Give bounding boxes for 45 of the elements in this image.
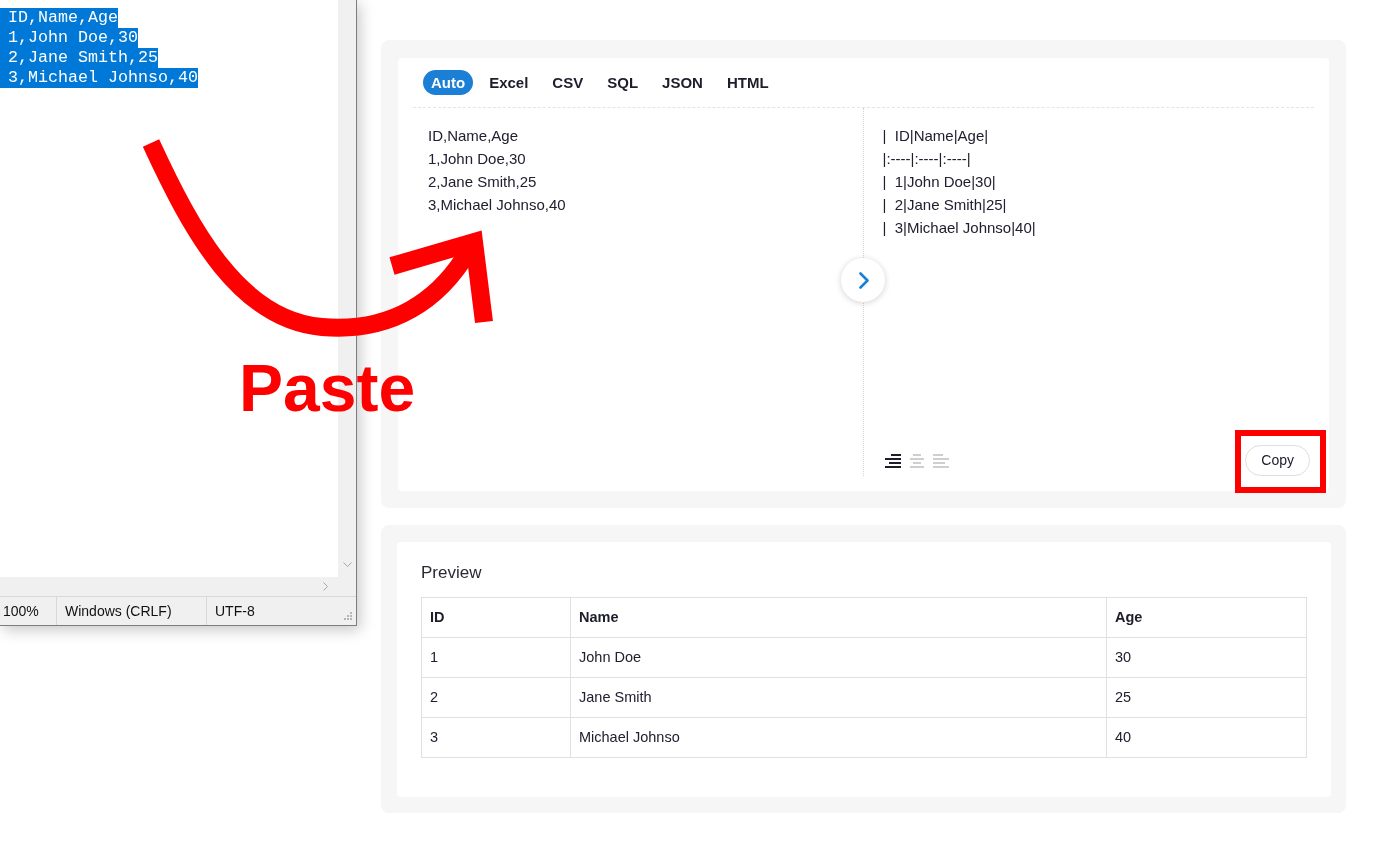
input-field[interactable]: ID,Name,Age 1,John Doe,30 2,Jane Smith,25 3,Michael Johnso,40 — [428, 124, 863, 476]
text-line: | 2|Jane Smith|25| — [882, 195, 1008, 215]
align-center-button[interactable] — [908, 453, 925, 469]
resize-grip-icon[interactable] — [344, 612, 353, 621]
table-cell: 2 — [421, 677, 571, 718]
table-cell: 3 — [421, 717, 571, 758]
chevron-right-icon[interactable] — [323, 582, 328, 591]
align-center-icon — [908, 453, 925, 469]
text-line: | 1|John Doe|30| — [882, 172, 997, 192]
convert-button[interactable] — [840, 258, 885, 302]
zoom-level: 100% — [3, 601, 39, 621]
format-tab[interactable]: HTML — [718, 70, 777, 95]
format-tab[interactable]: Excel — [481, 70, 537, 95]
text-line: ID,Name,Age — [428, 126, 520, 146]
format-tab[interactable]: SQL — [599, 70, 647, 95]
align-left-icon — [932, 453, 949, 469]
align-right-button[interactable] — [884, 453, 901, 469]
column-header: Name — [570, 597, 1107, 638]
text-line: |:----|:----|:----| — [882, 149, 972, 169]
align-left-button[interactable] — [932, 453, 949, 469]
table-cell: 25 — [1106, 677, 1307, 718]
table-cell: 30 — [1106, 637, 1307, 678]
align-right-icon — [884, 453, 901, 469]
text-line: 1,John Doe,30 — [428, 149, 527, 169]
table-cell: John Doe — [570, 637, 1107, 678]
table-cell: Jane Smith — [570, 677, 1107, 718]
column-header: Age — [1106, 597, 1307, 638]
copy-button[interactable]: Copy — [1245, 445, 1310, 476]
format-tab[interactable]: Auto — [423, 70, 474, 95]
line-ending: Windows (CRLF) — [65, 601, 172, 621]
text-line: | 3|Michael Johnso|40| — [882, 218, 1037, 238]
format-tab[interactable]: JSON — [654, 70, 711, 95]
table-cell: Michael Johnso — [570, 717, 1107, 758]
text-line: 3,Michael Johnso,40 — [428, 195, 567, 215]
output-field[interactable]: | ID|Name|Age| |:----|:----|:----| | 1|John Doe|30| | 2|Jane Smith|25| | 3|Michael Johnso|40| — [882, 124, 1310, 445]
encoding: UTF-8 — [215, 601, 255, 621]
text-line: | ID|Name|Age| — [882, 126, 990, 146]
chevron-right-icon — [858, 271, 869, 289]
format-tab[interactable]: CSV — [544, 70, 592, 95]
chevron-down-icon[interactable] — [342, 562, 352, 567]
table-cell: 1 — [421, 637, 571, 678]
preview-title: Preview — [421, 562, 483, 584]
text-line: 2,Jane Smith,25 — [428, 172, 538, 192]
column-header: ID — [421, 597, 571, 638]
table-cell: 40 — [1106, 717, 1307, 758]
